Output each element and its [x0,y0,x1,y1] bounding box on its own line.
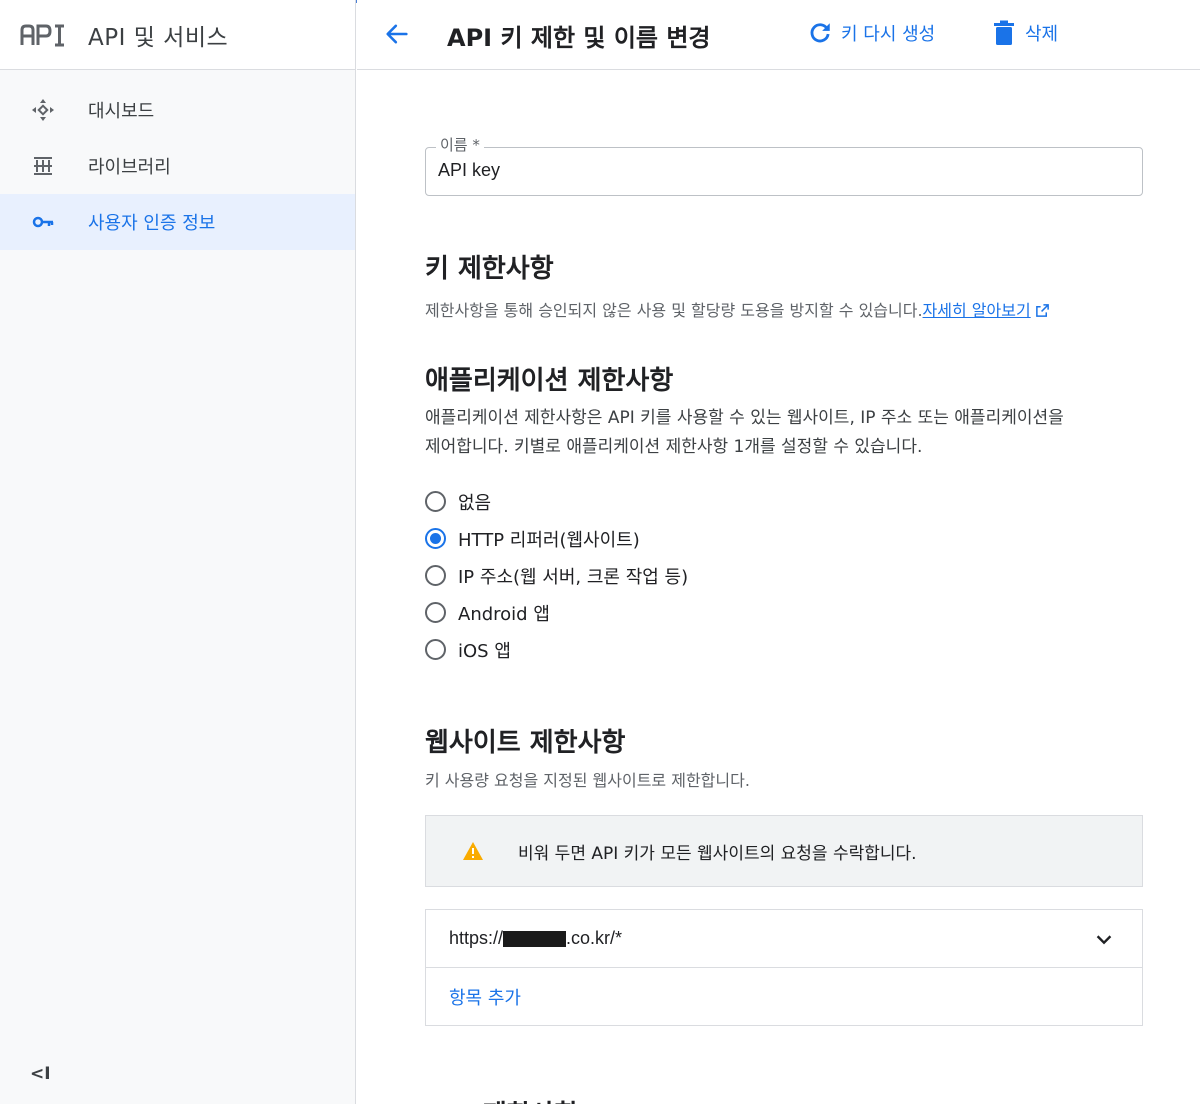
radio-ip-address[interactable]: IP 주소(웹 서버, 크론 작업 등) [425,557,688,594]
sidebar-item-library[interactable]: 라이브러리 [0,138,355,194]
regenerate-key-button[interactable]: 키 다시 생성 [807,20,935,46]
sidebar-header: API 및 서비스 [0,0,355,70]
page-title: API 키 제한 및 이름 변경 [447,24,711,52]
website-restrictions-description: 키 사용량 요청을 지정된 웹사이트로 제한합니다. [425,771,750,790]
key-restrictions-description: 제한사항을 통해 승인되지 않은 사용 및 할당량 도용을 방지할 수 있습니다… [425,296,1050,327]
dashboard-icon [30,97,56,123]
library-icon [30,153,56,179]
collapse-sidebar-button[interactable]: <I [30,1064,51,1084]
open-in-new-icon [1035,298,1050,327]
learn-more-link[interactable]: 자세히 알아보기 [923,301,1031,320]
page-header: API 키 제한 및 이름 변경 키 다시 생성 삭제 [357,0,1200,70]
sidebar: API 및 서비스 대시보드 라이브러리 사용자 인증 정보 <I [0,0,356,1104]
radio-label: IP 주소(웹 서버, 크론 작업 등) [458,566,689,588]
radio-label: 없음 [458,492,492,514]
url-suffix: .co.kr/* [566,928,623,948]
api-logo [20,23,66,47]
trash-icon [991,20,1017,46]
website-restrictions-heading: 웹사이트 제한사항 [425,728,626,758]
name-field-label: 이름 * [436,134,484,155]
radio-label: HTTP 리퍼러(웹사이트) [458,529,640,551]
radio-http-referrer[interactable]: HTTP 리퍼러(웹사이트) [425,520,688,557]
name-input[interactable] [438,160,1118,181]
sidebar-item-label: 대시보드 [88,101,155,122]
radio-button[interactable] [425,528,446,549]
radio-button[interactable] [425,602,446,623]
delete-button[interactable]: 삭제 [991,20,1058,46]
name-field[interactable]: 이름 * [425,134,1143,196]
warning-icon [460,838,486,864]
sidebar-item-label: 사용자 인증 정보 [88,213,216,234]
radio-label: Android 앱 [458,603,550,625]
radio-label: iOS 앱 [458,640,511,662]
chevron-down-icon[interactable] [1092,927,1116,951]
warning-text: 비워 두면 API 키가 모든 웹사이트의 요청을 수락합니다. [518,843,917,864]
url-prefix: https:// [449,928,504,948]
radio-android-app[interactable]: Android 앱 [425,594,688,631]
website-list: https:// .co.kr/* 항목 추가 [425,909,1143,1026]
app-restriction-options: 없음 HTTP 리퍼러(웹사이트) IP 주소(웹 서버, 크론 작업 등) A… [425,483,688,668]
warning-banner: 비워 두면 API 키가 모든 웹사이트의 요청을 수락합니다. [425,815,1143,887]
website-url: https:// .co.kr/* [449,928,622,949]
radio-button[interactable] [425,639,446,660]
radio-ios-app[interactable]: iOS 앱 [425,631,688,668]
redacted-block [503,930,567,947]
key-restrictions-text: 제한사항을 통해 승인되지 않은 사용 및 할당량 도용을 방지할 수 있습니다… [425,301,923,320]
sidebar-title: API 및 서비스 [88,24,229,51]
app-restrictions-line-2: 제어합니다. 키별로 애플리케이션 제한사항 1개를 설정할 수 있습니다. [425,437,923,457]
regenerate-key-label: 키 다시 생성 [841,24,936,45]
delete-label: 삭제 [1025,24,1059,45]
back-button[interactable] [381,20,413,52]
arrow-left-icon [383,20,411,52]
radio-button[interactable] [425,491,446,512]
website-entry[interactable]: https:// .co.kr/* [426,910,1142,968]
app-restrictions-description: 애플리케이션 제한사항은 API 키를 사용할 수 있는 웹사이트, IP 주소… [425,404,1150,462]
sidebar-nav: 대시보드 라이브러리 사용자 인증 정보 [0,70,355,250]
radio-none[interactable]: 없음 [425,483,688,520]
app-restrictions-heading: 애플리케이션 제한사항 [425,366,674,396]
key-icon [30,209,56,235]
key-restrictions-heading: 키 제한사항 [425,254,554,284]
api-restrictions-heading: API 제한사항 [425,1094,579,1104]
radio-button[interactable] [425,565,446,586]
app-restrictions-line-1: 애플리케이션 제한사항은 API 키를 사용할 수 있는 웹사이트, IP 주소… [425,408,1064,428]
sidebar-item-dashboard[interactable]: 대시보드 [0,82,355,138]
add-item-button[interactable]: 항목 추가 [426,968,1142,1026]
refresh-icon [807,20,833,46]
sidebar-item-credentials[interactable]: 사용자 인증 정보 [0,194,355,250]
sidebar-item-label: 라이브러리 [88,157,171,178]
